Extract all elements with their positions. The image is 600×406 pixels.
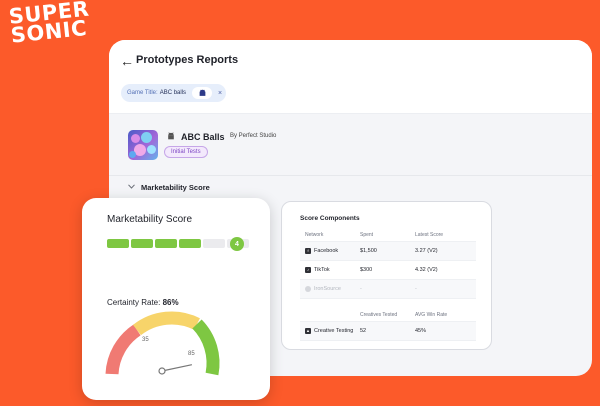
gauge-hub — [158, 367, 166, 375]
facebook-icon: f — [305, 248, 311, 254]
filter-chip-game-title[interactable]: Game Title: ABC balls × — [121, 84, 227, 102]
marketability-score-card: Marketability Score 4 Certainty Rate: 86… — [82, 198, 270, 400]
tested-value: 52 — [360, 328, 367, 334]
page-header: ← Prototypes Reports Game Title: ABC bal… — [109, 40, 592, 114]
filter-chip-key: Game Title: — [127, 90, 158, 96]
table-row: ♪ TikTok $300 4.32 (V2) — [300, 261, 476, 280]
stage-badge: Initial Tests — [164, 146, 208, 158]
filter-chip-close-icon[interactable]: × — [218, 90, 222, 97]
supersonic-logo: SUPER SONIC — [8, 0, 92, 48]
gauge-green-arc — [192, 319, 220, 376]
networks-table: Network Spent Latest Score f Facebook $1… — [300, 229, 476, 299]
page-title: Prototypes Reports — [136, 54, 239, 66]
score-badge: 4 — [230, 237, 244, 251]
score-value: 3.27 (V2) — [415, 248, 438, 254]
table-header: Network Spent Latest Score — [300, 229, 476, 242]
table-row: IronSource - - — [300, 280, 476, 299]
filter-chip-value: ABC balls — [159, 90, 187, 96]
win-rate-value: 45% — [415, 328, 427, 334]
chevron-down-icon — [128, 184, 135, 191]
card-title: Marketability Score — [107, 214, 193, 225]
spent-value: - — [360, 286, 362, 292]
certainty-gauge: 35 85 — [105, 311, 220, 376]
certainty-label: Certainty Rate: — [107, 298, 161, 307]
gauge-needle — [161, 364, 193, 372]
creative-testing-icon: ▲ — [305, 328, 311, 334]
game-studio: By Perfect Studio — [230, 133, 277, 139]
game-name: ABC Balls — [181, 132, 225, 142]
ironsource-icon — [305, 286, 311, 292]
game-thumbnail — [128, 130, 158, 160]
panel-title: Score Components — [300, 215, 360, 222]
android-icon — [167, 132, 175, 143]
score-segment — [203, 239, 225, 248]
network-name: IronSource — [314, 286, 341, 292]
certainty-value: 86% — [162, 298, 179, 307]
creatives-table: Creatives Tested AVG Win Rate ▲ Creative… — [300, 309, 476, 341]
column-header: Creatives Tested — [360, 312, 398, 318]
score-segment — [131, 239, 153, 248]
score-bar — [107, 239, 249, 248]
table-header: Creatives Tested AVG Win Rate — [300, 309, 476, 322]
spent-value: $1,500 — [360, 248, 377, 254]
section-label: Marketability Score — [141, 183, 210, 192]
score-value: - — [415, 286, 417, 292]
back-arrow-icon[interactable]: ← — [120, 53, 134, 69]
table-row: f Facebook $1,500 3.27 (V2) — [300, 242, 476, 261]
marketability-section-toggle[interactable]: Marketability Score — [109, 175, 592, 197]
spent-value: $300 — [360, 267, 373, 273]
certainty-rate: Certainty Rate: 86% — [107, 298, 179, 307]
row-name: Creative Testing — [314, 328, 354, 334]
network-name: Facebook — [314, 248, 339, 254]
column-header: Network — [305, 232, 324, 238]
score-value: 4.32 (V2) — [415, 267, 438, 273]
gauge-yellow-arc — [132, 311, 200, 336]
score-components-panel: Score Components Network Spent Latest Sc… — [281, 201, 492, 350]
column-header: AVG Win Rate — [415, 312, 448, 318]
gauge-red-arc — [105, 324, 141, 375]
tiktok-icon: ♪ — [305, 267, 311, 273]
score-segment — [107, 239, 129, 248]
android-icon — [192, 87, 213, 99]
column-header: Latest Score — [415, 232, 444, 238]
column-header: Spent — [360, 232, 374, 238]
score-segment — [155, 239, 177, 248]
gauge-low-mark: 35 — [142, 337, 149, 343]
logo-line-2: SONIC — [9, 15, 89, 48]
score-segment — [179, 239, 201, 248]
network-name: TikTok — [314, 267, 330, 273]
gauge-high-mark: 85 — [188, 351, 195, 357]
game-info: ABC Balls By Perfect Studio Initial Test… — [109, 115, 592, 175]
table-row: ▲ Creative Testing 52 45% — [300, 322, 476, 341]
